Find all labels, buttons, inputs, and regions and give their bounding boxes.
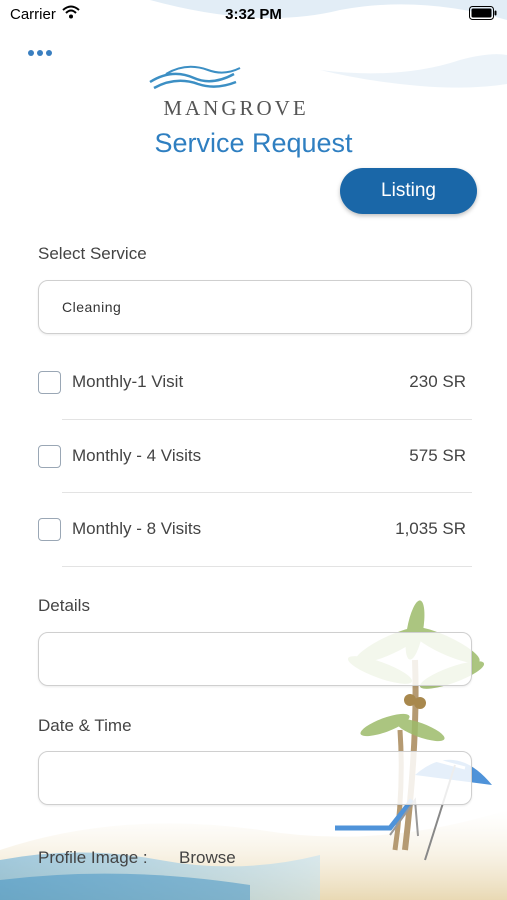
select-service-value: Cleaning xyxy=(62,299,122,315)
wave-logo-icon xyxy=(149,65,241,90)
date-time-field[interactable] xyxy=(38,751,472,805)
mangrove-logo: MANGROVE xyxy=(146,60,326,120)
battery-icon xyxy=(469,6,497,20)
more-dot-icon xyxy=(37,50,43,56)
browse-button[interactable]: Browse xyxy=(179,848,236,868)
option-price: 230 SR xyxy=(409,372,466,391)
option-label: Monthly-1 Visit xyxy=(72,372,184,391)
listing-button[interactable]: Listing xyxy=(340,168,477,214)
option-price: 575 SR xyxy=(409,446,466,465)
option-checkbox[interactable] xyxy=(38,371,61,394)
page-title: Service Request xyxy=(154,128,353,158)
option-row[interactable]: Monthly - 8 Visits 1,035 SR xyxy=(38,509,472,549)
option-label: Monthly - 4 Visits xyxy=(72,446,202,465)
divider xyxy=(62,492,472,493)
option-row[interactable]: Monthly - 4 Visits 575 SR xyxy=(38,436,472,476)
clock-label: 3:32 PM xyxy=(225,6,282,23)
more-dot-icon xyxy=(28,50,34,56)
option-checkbox[interactable] xyxy=(38,445,61,468)
option-price: 1,035 SR xyxy=(395,519,466,538)
divider xyxy=(62,566,472,567)
option-label: Monthly - 8 Visits xyxy=(72,519,202,538)
logo-text: MANGROVE xyxy=(163,96,309,120)
more-options-button[interactable] xyxy=(28,46,60,60)
more-dot-icon xyxy=(46,50,52,56)
option-row[interactable]: Monthly-1 Visit 230 SR xyxy=(38,362,472,402)
divider xyxy=(62,419,472,420)
profile-image-label: Profile Image : xyxy=(38,848,148,867)
date-time-label: Date & Time xyxy=(38,716,132,735)
status-bar: Carrier 3:32 PM xyxy=(0,0,507,30)
details-field[interactable] xyxy=(38,632,472,686)
select-service-field[interactable]: Cleaning xyxy=(38,280,472,334)
details-label: Details xyxy=(38,596,90,615)
option-checkbox[interactable] xyxy=(38,518,61,541)
select-service-label: Select Service xyxy=(38,244,147,263)
